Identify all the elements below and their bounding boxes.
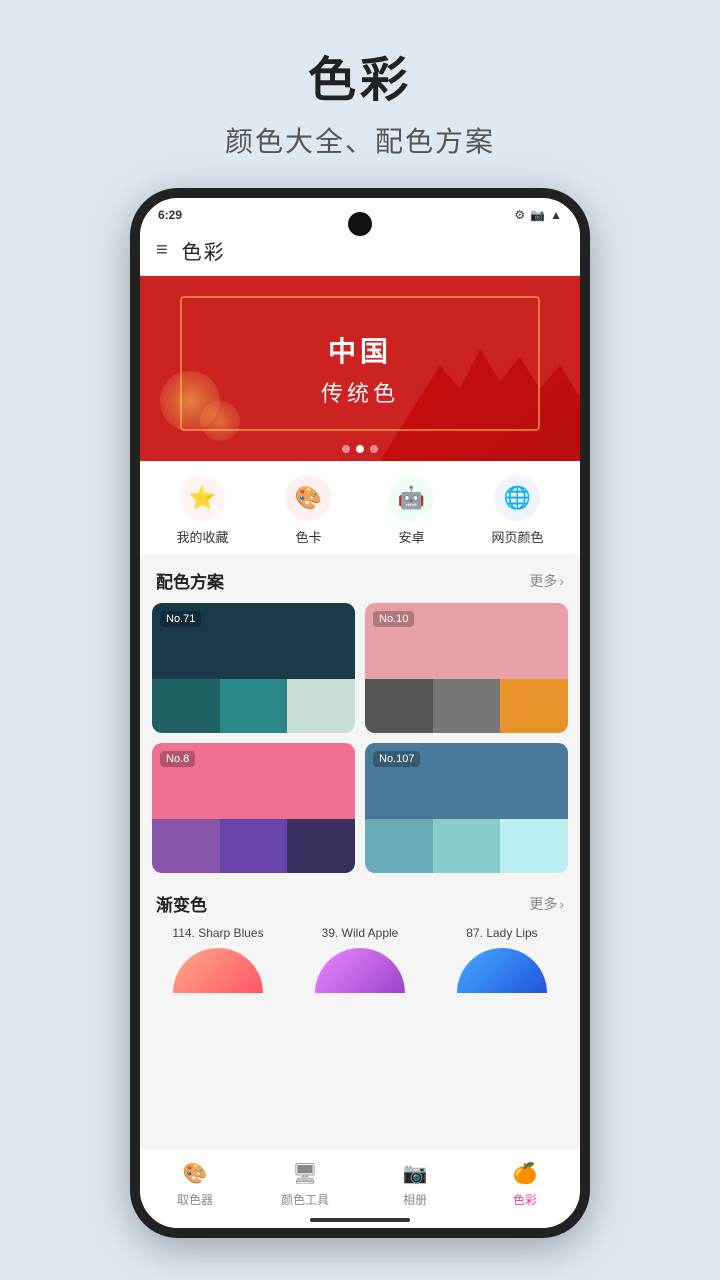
album-icon: 📷 [401,1159,429,1187]
nav-item-web[interactable]: 🌐 网页颜色 [491,475,543,546]
page-title-big: 色彩 [225,40,495,110]
color-label: 色彩 [513,1191,537,1208]
banner-subtitle: 传统色 [321,376,399,408]
palette-card-10[interactable]: No.10 [365,603,568,733]
chevron-right-icon2: › [559,896,564,912]
palette-card-71[interactable]: No.71 [152,603,355,733]
nav-item-colorcard[interactable]: 🎨 色卡 [285,475,331,546]
favorites-label: 我的收藏 [176,527,228,546]
palette-section-title: 配色方案 [156,568,224,593]
palette-bottom-8 [152,819,355,873]
gradient-circle-2 [457,948,547,993]
android-icon: 🤖 [388,475,434,521]
android-label: 安卓 [398,527,424,546]
bottom-nav-tools[interactable]: 🖥 颜色工具 [250,1159,360,1208]
palette-card-8[interactable]: No.8 [152,743,355,873]
gradient-circle-0 [173,948,263,993]
menu-icon[interactable]: ≡ [156,239,168,262]
gradient-section-title: 渐变色 [156,891,207,916]
colorcard-icon: 🎨 [285,475,331,521]
page-header: 色彩 颜色大全、配色方案 [225,0,495,170]
gradient-item-0[interactable]: 114. Sharp Blues [152,926,284,993]
signal-icon: ▲ [550,208,562,222]
album-label: 相册 [403,1191,427,1208]
gradient-circle-1 [315,948,405,993]
gradient-name-1: 39. Wild Apple [322,926,399,940]
palette-section: 配色方案 更多 › No.71 [140,554,580,877]
palette-bottom-107 [365,819,568,873]
gradient-item-1[interactable]: 39. Wild Apple [294,926,426,993]
dot-2 [356,445,364,453]
banner[interactable]: 中国 传统色 [140,276,580,461]
palette-label-8: No.8 [160,751,195,767]
palette-bottom-71 [152,679,355,733]
palette-card-107[interactable]: No.107 [365,743,568,873]
bottom-nav-album[interactable]: 📷 相册 [360,1159,470,1208]
bottom-nav: 🎨 取色器 🖥 颜色工具 📷 相册 🍊 色彩 [140,1148,580,1228]
web-label: 网页颜色 [491,527,543,546]
gradient-section: 渐变色 更多 › 114. Sharp Blues 39. Wild Apple [140,877,580,1007]
home-indicator [310,1218,410,1222]
camera-notch [348,212,372,236]
banner-title: 中国 [321,330,399,370]
status-time: 6:29 [158,208,182,222]
phone-content[interactable]: 中国 传统色 ⭐ 我的收藏 🎨 色卡 [140,276,580,1206]
gradients-row: 114. Sharp Blues 39. Wild Apple 87. Lady… [152,926,568,1007]
bottom-nav-color[interactable]: 🍊 色彩 [470,1159,580,1208]
color-icon: 🍊 [511,1159,539,1187]
palette-label-10: No.10 [373,611,414,627]
chevron-right-icon: › [559,573,564,589]
colorcard-label: 色卡 [295,527,321,546]
settings-icon: ⚙ [514,208,525,222]
gradient-section-more[interactable]: 更多 › [529,894,564,914]
favorites-icon: ⭐ [179,475,225,521]
app-bar-title: 色彩 [182,236,226,265]
web-icon: 🌐 [494,475,540,521]
palette-label-71: No.71 [160,611,201,627]
gradient-name-0: 114. Sharp Blues [172,926,263,940]
palette-label-107: No.107 [373,751,420,767]
bottom-nav-picker[interactable]: 🎨 取色器 [140,1159,250,1208]
gradient-item-2[interactable]: 87. Lady Lips [436,926,568,993]
picker-label: 取色器 [177,1191,213,1208]
camera-icon: 📷 [530,208,545,222]
tools-icon: 🖥 [291,1159,319,1187]
nav-item-favorites[interactable]: ⭐ 我的收藏 [176,475,228,546]
dot-3 [370,445,378,453]
banner-text: 中国 传统色 [321,330,399,408]
banner-dots [342,445,378,453]
gradient-section-header: 渐变色 更多 › [152,877,568,926]
palette-section-header: 配色方案 更多 › [152,554,568,603]
gradient-name-2: 87. Lady Lips [466,926,537,940]
nav-item-android[interactable]: 🤖 安卓 [388,475,434,546]
palette-bottom-10 [365,679,568,733]
picker-icon: 🎨 [181,1159,209,1187]
page-subtitle: 颜色大全、配色方案 [225,120,495,160]
status-icons: ⚙ 📷 ▲ [514,208,562,222]
dot-1 [342,445,350,453]
phone-shell: 6:29 ⚙ 📷 ▲ ≡ 色彩 [130,188,590,1238]
palette-section-more[interactable]: 更多 › [529,571,564,591]
palettes-grid: No.71 No.10 [152,603,568,877]
tools-label: 颜色工具 [281,1191,329,1208]
quick-nav: ⭐ 我的收藏 🎨 色卡 🤖 安卓 🌐 网页颜色 [140,461,580,554]
